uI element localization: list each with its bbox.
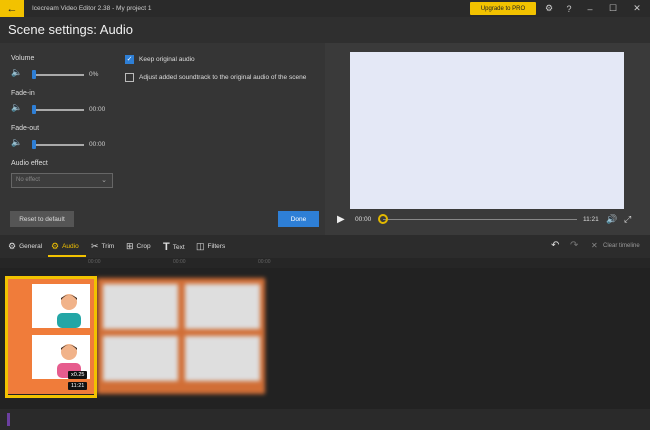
tab-label: General — [19, 243, 43, 250]
title-bar: ← Icecream Video Editor 2.38 - My projec… — [0, 0, 650, 17]
audio-effect-label: Audio effect — [11, 160, 48, 167]
fadein-slider-track[interactable] — [32, 109, 84, 111]
undo-icon[interactable]: ↶ — [551, 240, 559, 251]
volume-label: Volume — [11, 55, 35, 62]
adjust-soundtrack-checkbox[interactable] — [125, 73, 134, 82]
play-icon[interactable]: ▶ — [337, 214, 345, 225]
speaker-icon: 🔈 — [11, 102, 23, 112]
gear-icon: ⚙ — [51, 241, 60, 251]
page-title: Scene settings: Audio — [8, 22, 134, 37]
reset-to-default-button[interactable]: Reset to default — [10, 211, 74, 227]
text-icon: T — [163, 241, 170, 253]
active-tab-indicator — [48, 255, 86, 257]
clear-timeline-button[interactable]: Clear timeline — [603, 243, 640, 249]
clip-selection-border — [5, 276, 97, 398]
duration: 11:21 — [583, 216, 599, 223]
filters-icon: ◫ — [196, 241, 205, 251]
done-button[interactable]: Done — [278, 211, 319, 227]
tab-label: Text — [172, 243, 185, 251]
fadeout-label: Fade-out — [11, 125, 40, 132]
clear-icon[interactable]: ✕ — [591, 241, 598, 250]
tab-general[interactable]: ⚙ General — [8, 241, 42, 252]
speaker-icon: 🔈 — [11, 67, 23, 77]
settings-gear-icon[interactable]: ⚙ — [539, 0, 559, 17]
tab-trim[interactable]: ✂ Trim — [91, 241, 114, 252]
tab-label: Crop — [136, 243, 151, 250]
timeline-ruler: 00:00 00:00 00:00 — [0, 258, 650, 268]
video-preview — [350, 52, 624, 209]
upgrade-button[interactable]: Upgrade to PRO — [470, 2, 536, 15]
audio-effect-select[interactable]: No effect ⌄ — [11, 173, 113, 188]
ruler-mark: 00:00 — [173, 259, 186, 265]
page-header: Scene settings: Audio — [0, 17, 650, 43]
track-marker — [7, 413, 10, 426]
audio-effect-value: No effect — [16, 177, 40, 183]
fadein-slider-thumb[interactable] — [32, 105, 36, 114]
chevron-down-icon: ⌄ — [101, 177, 107, 184]
scissors-icon: ✂ — [91, 241, 99, 251]
audio-track — [0, 409, 650, 430]
tab-label: Filters — [207, 243, 226, 250]
app-title: Icecream Video Editor 2.38 - My project … — [32, 5, 152, 12]
tab-label: Audio — [62, 243, 79, 250]
volume-slider-thumb[interactable] — [32, 70, 36, 79]
scene-toolbar: ⚙ General ⚙ Audio ✂ Trim ⊞ Crop T Text ◫… — [0, 235, 650, 258]
fadeout-slider-thumb[interactable] — [32, 140, 36, 149]
fadeout-slider-track[interactable] — [32, 144, 84, 146]
adjust-soundtrack-label: Adjust added soundtrack to the original … — [139, 74, 307, 81]
volume-slider-track[interactable] — [32, 74, 84, 76]
timeline-clip[interactable] — [97, 278, 265, 394]
seek-thumb[interactable] — [378, 214, 388, 224]
crop-icon: ⊞ — [126, 241, 134, 251]
seek-bar[interactable] — [383, 219, 577, 220]
minimize-icon[interactable]: – — [580, 0, 600, 17]
preview-pane: ▶ 00:00 11:21 🔊 ⤢ — [325, 43, 650, 235]
tab-audio[interactable]: ⚙ Audio — [51, 241, 79, 252]
tab-filters[interactable]: ◫ Filters — [196, 241, 225, 252]
redo-icon[interactable]: ↷ — [570, 240, 578, 251]
timeline: x0.25 11:21 — [0, 268, 650, 409]
gear-icon: ⚙ — [8, 241, 17, 251]
fadeout-value: 00:00 — [89, 141, 106, 148]
keep-original-label: Keep original audio — [139, 56, 195, 63]
back-arrow-icon[interactable]: ← — [0, 0, 24, 17]
fullscreen-icon[interactable]: ⤢ — [624, 214, 631, 225]
keep-original-checkbox[interactable]: ✓ — [125, 55, 134, 64]
audio-settings-panel: Volume 🔈 0% Fade-in 🔈 00:00 Fade-out 🔈 0… — [0, 43, 325, 235]
current-time: 00:00 — [355, 216, 372, 223]
maximize-icon[interactable]: ☐ — [603, 0, 623, 17]
help-icon[interactable]: ? — [559, 0, 579, 17]
tab-crop[interactable]: ⊞ Crop — [126, 241, 151, 252]
speaker-icon: 🔈 — [11, 137, 23, 147]
tab-text[interactable]: T Text — [163, 241, 185, 253]
volume-icon[interactable]: 🔊 — [606, 214, 617, 225]
ruler-mark: 00:00 — [258, 259, 271, 265]
tab-label: Trim — [101, 243, 115, 250]
fadein-value: 00:00 — [89, 106, 106, 113]
close-icon[interactable]: ✕ — [627, 0, 647, 17]
volume-value: 0% — [89, 71, 99, 78]
ruler-mark: 00:00 — [88, 259, 101, 265]
fadein-label: Fade-in — [11, 90, 35, 97]
